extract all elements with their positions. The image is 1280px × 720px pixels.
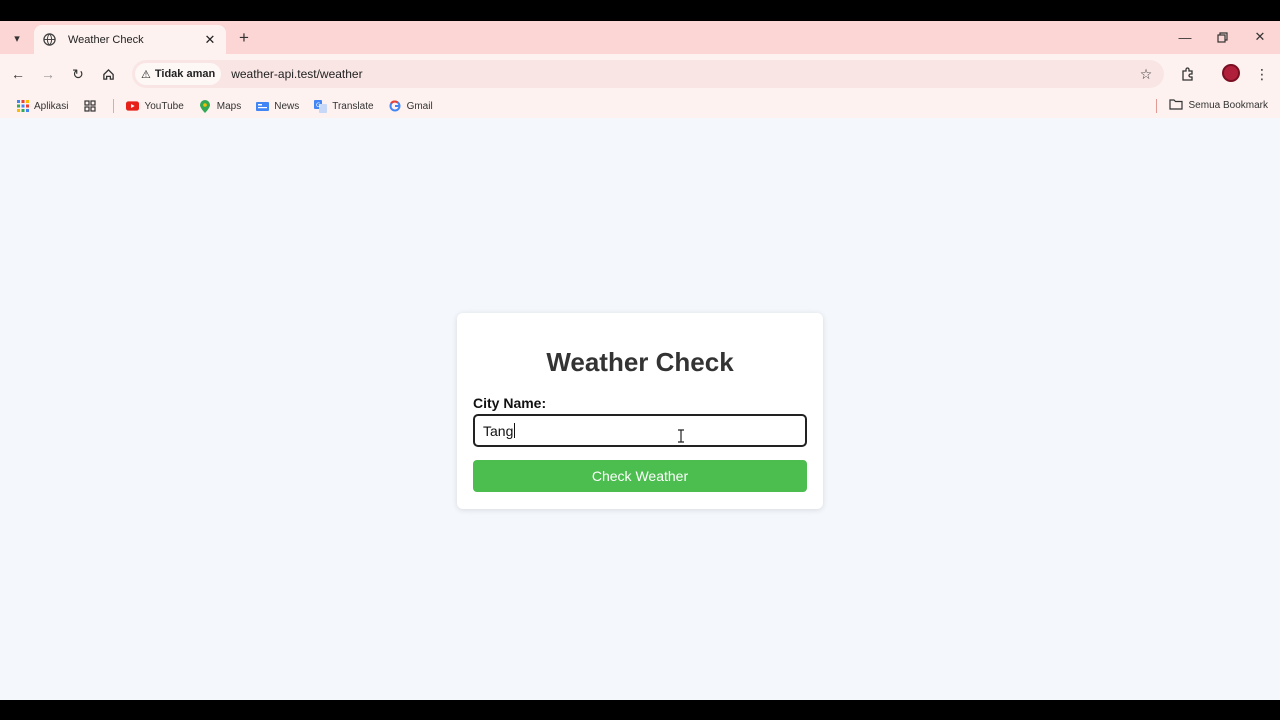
folder-icon bbox=[1168, 99, 1183, 111]
weather-form-card: Weather Check City Name: Tang Check Weat… bbox=[457, 313, 823, 509]
page-title: Weather Check bbox=[546, 347, 734, 377]
globe-icon bbox=[42, 33, 56, 47]
close-window-icon[interactable]: ✕ bbox=[1247, 26, 1273, 48]
news-icon bbox=[256, 100, 270, 113]
browser-toolbar: ← → ↻ ⚠ Tidak aman weather-api.test/weat… bbox=[0, 54, 1280, 94]
browser-window: ▾ Weather Check ✕ + — ✕ ← → ↻ ⚠ Tidak am… bbox=[0, 21, 1280, 700]
bookmark-translate[interactable]: G Translate bbox=[314, 99, 374, 113]
address-bar[interactable]: ⚠ Tidak aman weather-api.test/weather ☆ bbox=[132, 60, 1164, 88]
bookmarks-divider bbox=[113, 99, 115, 113]
google-icon bbox=[389, 100, 402, 113]
kebab-menu-icon[interactable]: ⋮ bbox=[1252, 64, 1272, 84]
forward-arrow-icon[interactable]: → bbox=[38, 64, 58, 84]
home-icon[interactable] bbox=[98, 64, 118, 84]
apps-grid-icon bbox=[16, 100, 29, 113]
all-bookmarks-label: Semua Bookmark bbox=[1188, 99, 1268, 111]
youtube-icon bbox=[126, 100, 140, 113]
profile-avatar[interactable] bbox=[1222, 64, 1240, 82]
minimize-icon[interactable]: — bbox=[1172, 26, 1198, 48]
maps-pin-icon bbox=[199, 99, 212, 113]
bookmark-label: News bbox=[274, 100, 300, 112]
bookmarks-bar: Aplikasi YouTube Maps News G Translate G… bbox=[0, 94, 1280, 118]
reload-icon[interactable]: ↻ bbox=[68, 64, 88, 84]
new-tab-plus-icon[interactable]: + bbox=[234, 28, 254, 48]
text-cursor-icon bbox=[677, 429, 685, 446]
tab-search-chevron-icon[interactable]: ▾ bbox=[6, 28, 28, 48]
svg-text:G: G bbox=[316, 102, 321, 109]
warning-triangle-icon: ⚠ bbox=[141, 68, 151, 81]
bookmarks-right-divider bbox=[1156, 99, 1157, 113]
translate-icon: G bbox=[314, 99, 328, 113]
grid-icon bbox=[83, 100, 96, 113]
bookmark-star-icon[interactable]: ☆ bbox=[1136, 64, 1156, 84]
tab-groups-grid-button[interactable] bbox=[83, 100, 101, 113]
city-name-value: Tang bbox=[483, 422, 514, 439]
url-text[interactable]: weather-api.test/weather bbox=[231, 67, 1136, 81]
all-bookmarks-button[interactable]: Semua Bookmark bbox=[1168, 99, 1268, 111]
bookmark-news[interactable]: News bbox=[256, 100, 299, 113]
city-name-input[interactable]: Tang bbox=[473, 414, 807, 447]
back-arrow-icon[interactable]: ← bbox=[8, 64, 28, 84]
bookmark-maps[interactable]: Maps bbox=[199, 99, 242, 113]
bookmark-label: Maps bbox=[216, 100, 242, 112]
bookmark-youtube[interactable]: YouTube bbox=[126, 100, 184, 113]
close-tab-icon[interactable]: ✕ bbox=[202, 32, 218, 48]
security-indicator[interactable]: ⚠ Tidak aman bbox=[135, 63, 222, 85]
city-name-label: City Name: bbox=[473, 395, 547, 411]
bookmark-aplikasi[interactable]: Aplikasi bbox=[16, 100, 68, 113]
bookmark-gmail[interactable]: Gmail bbox=[389, 100, 433, 113]
tab-weather-check[interactable]: Weather Check ✕ bbox=[34, 25, 226, 54]
bookmark-label: YouTube bbox=[144, 100, 184, 112]
bookmark-label: Translate bbox=[332, 100, 374, 112]
extensions-puzzle-icon[interactable] bbox=[1178, 64, 1198, 84]
restore-icon[interactable] bbox=[1209, 26, 1235, 48]
tab-title: Weather Check bbox=[68, 33, 144, 46]
check-weather-button[interactable]: Check Weather bbox=[473, 460, 807, 492]
tab-strip: ▾ Weather Check ✕ + — ✕ bbox=[0, 21, 1280, 54]
bookmark-label: Aplikasi bbox=[34, 100, 69, 112]
text-caret bbox=[514, 423, 516, 438]
security-label: Tidak aman bbox=[154, 68, 216, 80]
bookmark-label: Gmail bbox=[406, 100, 433, 112]
